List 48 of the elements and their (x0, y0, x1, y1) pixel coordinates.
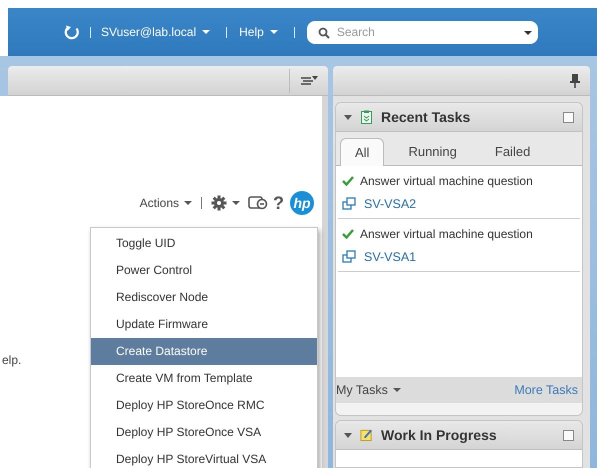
caret-icon (202, 30, 210, 34)
menu-item[interactable]: Toggle UID (91, 230, 317, 257)
list-menu-icon[interactable] (300, 74, 318, 86)
pin-icon[interactable] (570, 74, 580, 88)
help-icon[interactable]: ? (273, 193, 284, 213)
note-icon (360, 428, 373, 442)
search-field[interactable]: Search (306, 20, 538, 44)
task-target-link[interactable]: SV-VSA2 (364, 196, 416, 210)
maximize-icon[interactable] (563, 112, 574, 122)
menu-item[interactable]: Create Datastore (91, 338, 317, 365)
gear-icon[interactable] (211, 195, 227, 211)
tab[interactable]: Failed (480, 138, 544, 165)
server-icon[interactable] (248, 195, 268, 211)
panel-title: Recent Tasks (381, 109, 472, 125)
panel-title: Work In Progress (381, 427, 498, 443)
menu-item[interactable]: Deploy HP StoreOnce VSA (91, 419, 317, 446)
refresh-icon[interactable] (64, 24, 80, 40)
task-name: Answer virtual machine question (360, 174, 533, 188)
my-tasks-menu[interactable]: My Tasks (336, 383, 388, 397)
menu-item[interactable]: Deploy HP StoreOnce RMC (91, 392, 317, 419)
collapse-icon[interactable] (344, 114, 352, 120)
tab[interactable]: Running (394, 138, 471, 165)
collapse-icon[interactable] (344, 432, 352, 438)
body-text: elp. (2, 353, 22, 367)
menu-item[interactable]: Update Firmware (91, 311, 317, 338)
user-menu[interactable]: SVuser@lab.local (101, 25, 196, 39)
caret-icon (270, 30, 278, 34)
help-menu[interactable]: Help (239, 25, 264, 39)
tab[interactable]: All (340, 138, 384, 166)
caret-icon (184, 201, 192, 205)
logo: hp (290, 191, 314, 215)
search-icon (318, 26, 330, 38)
menu-item[interactable]: Power Control (91, 257, 317, 284)
caret-icon (232, 201, 240, 205)
caret-icon (524, 30, 532, 34)
menu-item[interactable]: Rediscover Node (91, 284, 317, 311)
task-target-link[interactable]: SV-VSA1 (364, 250, 416, 264)
checkmark-icon (342, 176, 354, 186)
maximize-icon[interactable] (563, 430, 574, 440)
task-name: Answer virtual machine question (360, 226, 533, 240)
virtual-machine-icon (342, 250, 356, 264)
caret-icon (392, 388, 401, 392)
actions-menu[interactable]: Actions (140, 196, 179, 210)
clipboard-icon (360, 110, 373, 124)
menu-item[interactable]: Create VM from Template (91, 365, 317, 392)
checkmark-icon (342, 228, 354, 238)
menu-item[interactable]: Deploy HP StoreVirtual VSA (91, 446, 317, 468)
virtual-machine-icon (342, 196, 356, 210)
